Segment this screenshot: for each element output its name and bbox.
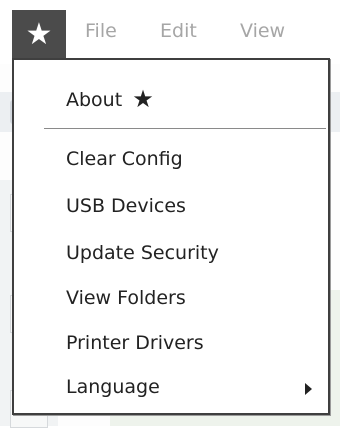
- app-menu-dropdown: About ★ Clear Config USB Devices Update …: [12, 58, 330, 415]
- star-icon: ★: [132, 85, 154, 113]
- app-menu-button[interactable]: ★: [12, 10, 66, 58]
- menu-separator: [44, 128, 326, 129]
- menu-item-about[interactable]: About ★: [66, 85, 154, 113]
- menu-edit[interactable]: Edit: [160, 20, 197, 42]
- menu-item-view-folders[interactable]: View Folders: [66, 287, 186, 309]
- menu-file[interactable]: File: [85, 20, 117, 42]
- menu-view[interactable]: View: [240, 20, 285, 42]
- star-icon: ★: [25, 16, 53, 52]
- menu-item-about-label: About: [66, 89, 123, 111]
- menu-item-update-security[interactable]: Update Security: [66, 242, 219, 264]
- menu-item-clear-config[interactable]: Clear Config: [66, 148, 183, 170]
- menu-item-usb-devices[interactable]: USB Devices: [66, 195, 186, 217]
- menu-bar: ★ File Edit View: [0, 0, 340, 64]
- submenu-arrow-icon: [305, 383, 312, 395]
- menu-item-printer-drivers[interactable]: Printer Drivers: [66, 332, 204, 354]
- menu-item-language[interactable]: Language: [66, 376, 160, 398]
